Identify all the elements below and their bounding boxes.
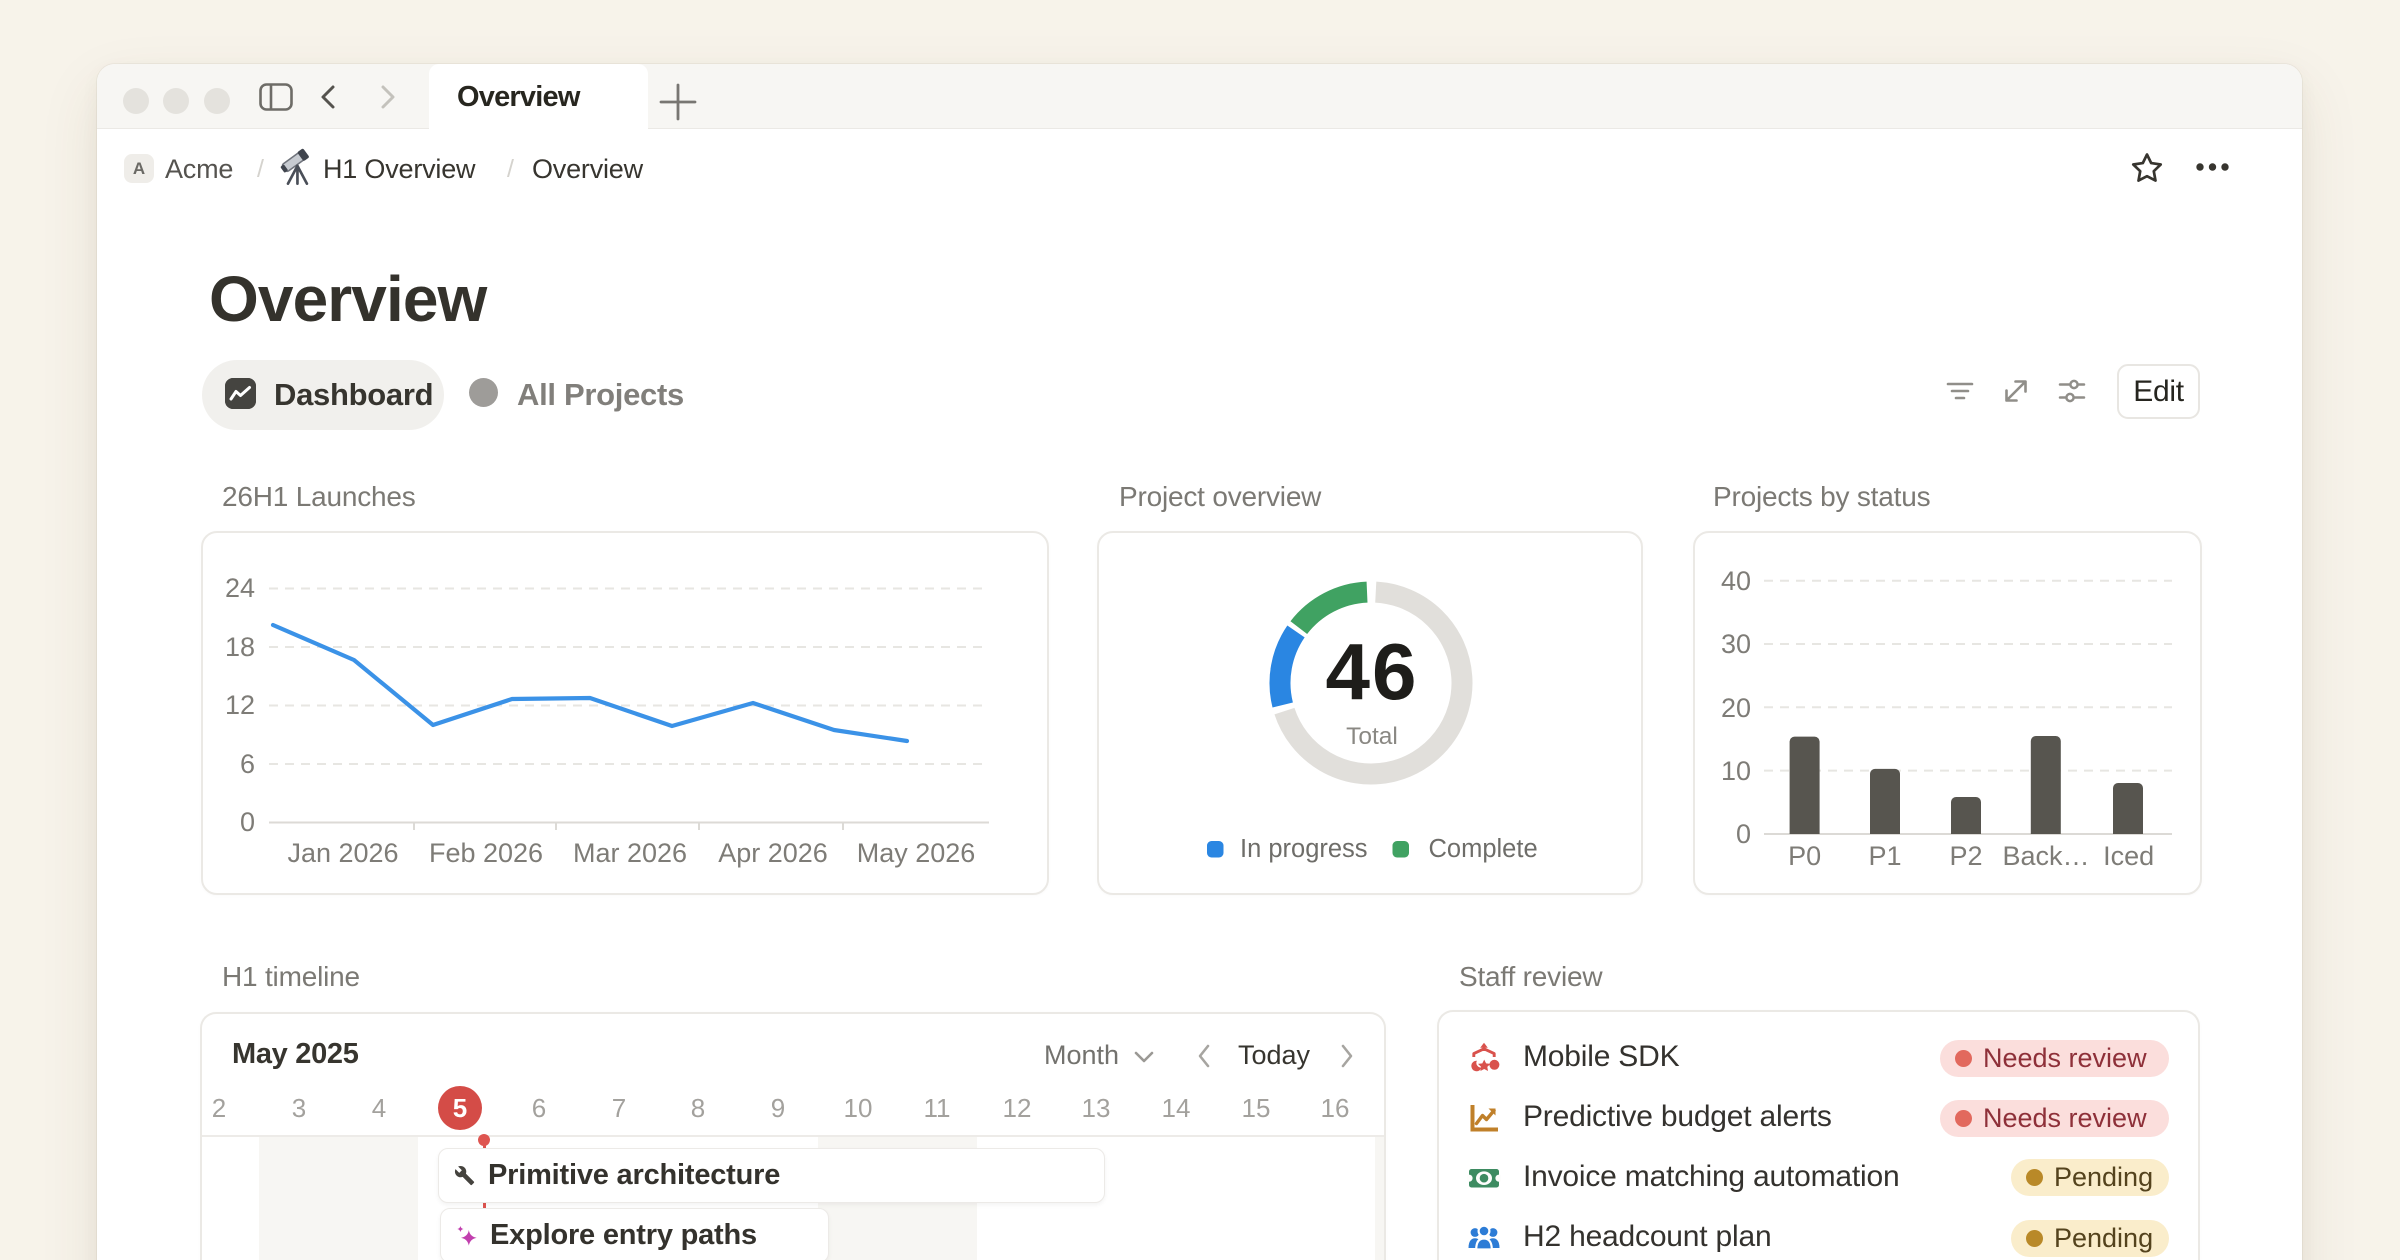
svg-text:May 2026: May 2026 [857,838,976,868]
svg-text:Back…: Back… [2002,841,2089,871]
svg-text:P1: P1 [1868,841,1901,871]
svg-text:P2: P2 [1949,841,1982,871]
svg-text:12: 12 [225,690,255,720]
svg-text:Feb 2026: Feb 2026 [429,838,543,868]
svg-text:In progress: In progress [1240,835,1368,863]
svg-text:0: 0 [240,807,255,837]
svg-text:20: 20 [1721,693,1751,723]
svg-text:18: 18 [225,632,255,662]
svg-text:0: 0 [1736,819,1751,849]
svg-text:Total: Total [1346,723,1398,750]
svg-text:24: 24 [225,573,255,603]
svg-text:Apr 2026: Apr 2026 [718,838,828,868]
svg-text:46: 46 [1326,627,1419,716]
svg-text:10: 10 [1721,756,1751,786]
svg-text:P0: P0 [1788,841,1821,871]
svg-text:40: 40 [1721,566,1751,596]
svg-text:Complete: Complete [1429,835,1538,863]
svg-text:6: 6 [240,749,255,779]
svg-text:30: 30 [1721,629,1751,659]
svg-text:Jan 2026: Jan 2026 [287,838,398,868]
svg-text:Iced: Iced [2103,841,2154,871]
svg-text:Mar 2026: Mar 2026 [573,838,687,868]
